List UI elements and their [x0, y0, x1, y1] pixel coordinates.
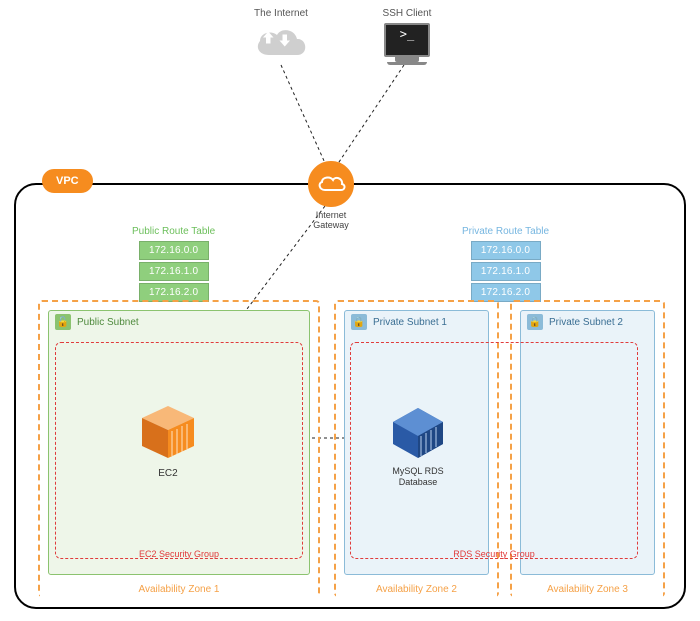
route-cell: 172.16.0.0	[471, 241, 541, 260]
ec2-label: EC2	[140, 468, 196, 479]
public-subnet-title: Public Subnet	[77, 317, 139, 328]
ssh-prompt: >_	[400, 27, 414, 41]
ec2-instance: EC2	[140, 404, 196, 479]
az2-label: Availability Zone 2	[336, 582, 497, 597]
lock-icon: 🔒	[351, 314, 367, 330]
public-route-title: Public Route Table	[132, 226, 215, 237]
external-ssh-client: SSH Client >_	[372, 8, 442, 65]
rds-database: MySQL RDS Database	[388, 406, 448, 488]
az3-label: Availability Zone 3	[512, 582, 663, 597]
private-route-table: Private Route Table 172.16.0.0 172.16.1.…	[462, 226, 549, 304]
rds-sg-label: RDS Security Group	[351, 549, 637, 559]
route-cell: 172.16.1.0	[471, 262, 541, 281]
route-cell: 172.16.0.0	[139, 241, 209, 260]
az1-label: Availability Zone 1	[40, 582, 318, 597]
public-route-table: Public Route Table 172.16.0.0 172.16.1.0…	[132, 226, 215, 304]
cloud-icon	[316, 174, 346, 194]
terminal-icon: >_	[384, 23, 430, 57]
private-route-title: Private Route Table	[462, 226, 549, 237]
external-internet: The Internet	[238, 8, 324, 63]
private-subnet-2-title: Private Subnet 2	[549, 317, 623, 328]
internet-gateway	[308, 161, 354, 207]
internet-label: The Internet	[238, 8, 324, 19]
ec2-sg-label: EC2 Security Group	[56, 549, 302, 559]
vpc-tag: VPC	[42, 169, 93, 193]
route-cell: 172.16.1.0	[139, 262, 209, 281]
cloud-updown-icon	[251, 23, 311, 63]
ec2-icon	[140, 404, 196, 460]
rds-label: MySQL RDS Database	[388, 466, 448, 488]
lock-open-icon: 🔓	[55, 314, 71, 330]
database-icon	[391, 406, 445, 460]
ssh-label: SSH Client	[372, 8, 442, 19]
gateway-label: Internet Gateway	[295, 210, 367, 230]
private-subnet-1-title: Private Subnet 1	[373, 317, 447, 328]
lock-icon: 🔒	[527, 314, 543, 330]
